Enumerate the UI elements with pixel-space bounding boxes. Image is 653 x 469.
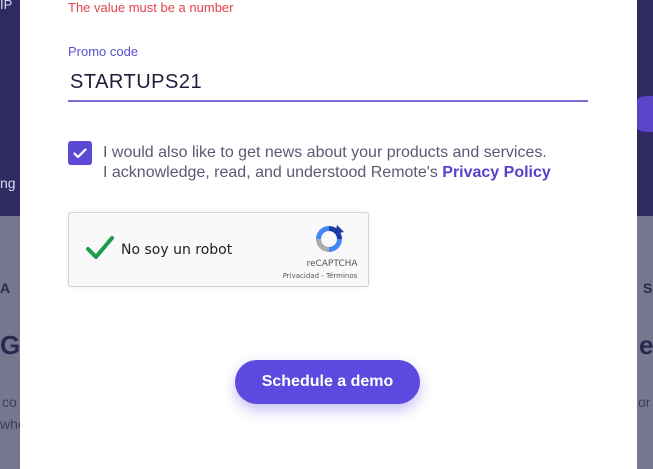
recaptcha-label: No soy un robot bbox=[121, 242, 233, 258]
promo-code-label: Promo code bbox=[68, 44, 139, 59]
validation-error: The value must be a number bbox=[68, 0, 234, 15]
checkmark-icon bbox=[73, 147, 87, 158]
page: IP ng A S G e co whe or The value must b… bbox=[0, 0, 653, 469]
consent-line-2: I acknowledge, read, and understood Remo… bbox=[103, 163, 603, 183]
background-heading-left: G bbox=[0, 330, 21, 360]
consent-line-2-text: I acknowledge, read, and understood Remo… bbox=[103, 164, 443, 181]
recaptcha-brand: reCAPTCHA bbox=[306, 259, 358, 269]
recaptcha-widget: No soy un robot reCAPTCHA Privacidad - T… bbox=[68, 212, 369, 287]
privacy-policy-link[interactable]: Privacy Policy bbox=[442, 164, 551, 181]
background-line1-right: or bbox=[638, 394, 651, 410]
recaptcha-terms-link[interactable]: Términos bbox=[326, 272, 357, 280]
schedule-demo-button[interactable]: Schedule a demo bbox=[235, 360, 420, 404]
recaptcha-checkbox[interactable] bbox=[85, 235, 115, 266]
background-text-top-left: IP bbox=[0, 0, 13, 12]
background-caps-left: A bbox=[0, 280, 11, 296]
consent-line-1: I would also like to get news about your… bbox=[103, 144, 547, 161]
newsletter-checkbox[interactable] bbox=[68, 141, 92, 165]
demo-request-modal: The value must be a number Promo code I … bbox=[20, 0, 637, 469]
background-text-mid-left: ng bbox=[0, 175, 16, 191]
recaptcha-links: Privacidad - Términos bbox=[275, 272, 365, 280]
promo-code-input[interactable] bbox=[68, 64, 588, 102]
green-check-icon bbox=[86, 236, 114, 259]
consent-text: I would also like to get news about your… bbox=[103, 143, 603, 183]
background-caps-right: S bbox=[643, 280, 653, 296]
background-line1-left: co bbox=[2, 394, 17, 410]
recaptcha-separator: - bbox=[319, 272, 327, 280]
recaptcha-logo-icon bbox=[313, 223, 345, 260]
recaptcha-privacy-link[interactable]: Privacidad bbox=[283, 272, 319, 280]
background-heading-right: e bbox=[639, 330, 653, 360]
